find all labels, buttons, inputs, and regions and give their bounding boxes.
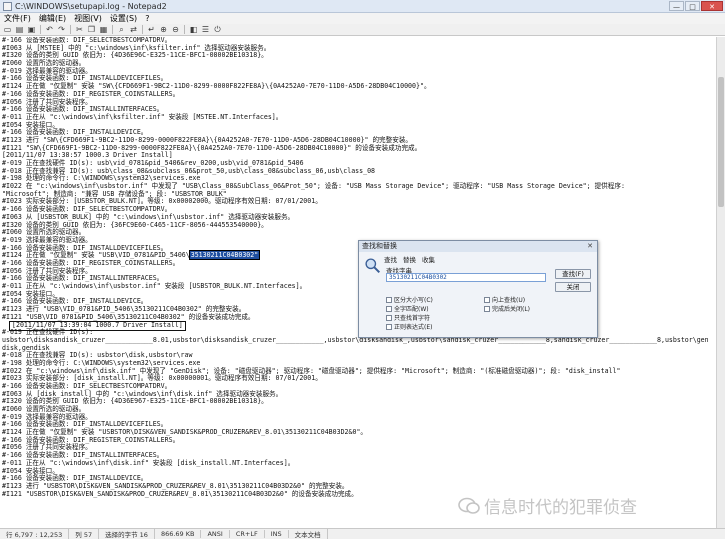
option-regex[interactable]: 正则表达式(E) bbox=[386, 323, 433, 331]
window-controls: — □ ✕ bbox=[669, 1, 723, 11]
scrollbar-thumb[interactable] bbox=[718, 77, 724, 207]
checkbox[interactable] bbox=[386, 305, 392, 312]
save-icon[interactable]: ▣ bbox=[26, 25, 37, 35]
tab-replace[interactable]: 替换 bbox=[403, 254, 416, 264]
maximize-button[interactable]: □ bbox=[685, 1, 700, 11]
option-label: 区分大小写(C) bbox=[394, 297, 433, 304]
zoom-out-icon[interactable]: ⊖ bbox=[170, 25, 181, 35]
wechat-logo-icon bbox=[458, 497, 480, 514]
option-first-char[interactable]: 只查找首字符 bbox=[386, 314, 433, 322]
menu-view[interactable]: 视图(V) bbox=[70, 13, 106, 24]
log-line: #-166 设备安装函数: DIF_REGISTER_COINSTALLERS。 bbox=[2, 435, 180, 444]
log-line: #I320 设备的类别 GUID 依旧为: {4D36E96C-E325-11C… bbox=[2, 51, 268, 60]
menu-bar: 文件(F) 编辑(E) 视图(V) 设置(S) ? bbox=[0, 13, 725, 24]
search-input[interactable]: 35130211C04B0302 bbox=[386, 273, 546, 282]
status-doc-type: 文本文档 bbox=[289, 529, 328, 539]
log-line: #I060 设置所选的驱动器。 bbox=[2, 228, 86, 237]
option-match-case[interactable]: 区分大小写(C) bbox=[386, 296, 433, 304]
new-icon[interactable]: ▭ bbox=[2, 25, 13, 35]
status-encoding: ANSI bbox=[201, 530, 230, 538]
status-file-size: 866.69 KB bbox=[155, 530, 202, 538]
dialog-title-bar: 查找和替换 ✕ bbox=[359, 241, 597, 252]
checkbox[interactable] bbox=[386, 296, 392, 303]
close-button[interactable]: ✕ bbox=[701, 1, 723, 11]
option-label: 只查找首字符 bbox=[394, 315, 431, 322]
undo-icon[interactable]: ↶ bbox=[44, 25, 55, 35]
minimize-button[interactable]: — bbox=[669, 1, 684, 11]
toolbar: ▭ ▤ ▣ ↶ ↷ ✂ ❐ ▦ ⌕ ⇄ ↵ ⊕ ⊖ ◧ ☰ ⏻ bbox=[0, 24, 725, 36]
settings-icon[interactable]: ☰ bbox=[200, 25, 211, 35]
exit-icon[interactable]: ⏻ bbox=[212, 25, 223, 35]
title-bar: C:\WINDOWS\setupapi.log - Notepad2 — □ ✕ bbox=[0, 0, 725, 13]
status-position: 行 6,797 : 12,253 bbox=[0, 529, 70, 539]
magnifier-icon bbox=[365, 258, 381, 274]
checkbox[interactable] bbox=[386, 323, 392, 330]
wordwrap-icon[interactable]: ↵ bbox=[146, 25, 157, 35]
menu-edit[interactable]: 编辑(E) bbox=[35, 13, 70, 24]
paste-icon[interactable]: ▦ bbox=[98, 25, 109, 35]
watermark-text: 信息时代的犯罪侦查 bbox=[484, 498, 637, 518]
find-replace-dialog: 查找和替换 ✕ 查找 替换 收集 查找字串 35130211C04B0302 查… bbox=[358, 240, 598, 338]
find-button[interactable]: 查找(F) bbox=[555, 269, 591, 279]
status-selection: 选择的字节 16 bbox=[99, 529, 155, 539]
option-search-up[interactable]: 向上查找(U) bbox=[484, 296, 530, 304]
menu-settings[interactable]: 设置(S) bbox=[106, 13, 141, 24]
log-line: #-166 设备安装函数: DIF_REGISTER_COINSTALLERS。 bbox=[2, 89, 180, 98]
watermark: 信息时代的犯罪侦查 bbox=[458, 493, 637, 518]
toolbar-separator bbox=[70, 25, 71, 34]
toolbar-separator bbox=[184, 25, 185, 34]
window-title: C:\WINDOWS\setupapi.log - Notepad2 bbox=[15, 1, 167, 11]
option-close-after[interactable]: 完成后关闭(L) bbox=[484, 305, 531, 313]
status-bar: 行 6,797 : 12,253 列 57 选择的字节 16 866.69 KB… bbox=[0, 528, 725, 539]
menu-help[interactable]: ? bbox=[141, 14, 153, 23]
dialog-close-icon[interactable]: ✕ bbox=[583, 241, 597, 252]
option-label: 正则表达式(E) bbox=[394, 324, 433, 331]
checkbox[interactable] bbox=[386, 314, 392, 321]
dialog-tabs: 查找 替换 收集 bbox=[384, 254, 435, 264]
replace-icon[interactable]: ⇄ bbox=[128, 25, 139, 35]
status-insert-mode: INS bbox=[265, 530, 289, 538]
log-line: #-011 正在从 "c:\windows\inf\disk.inf" 安装段 … bbox=[2, 458, 295, 467]
log-line: #I320 设备的类别 GUID 依旧为: {4D36E967-E325-11C… bbox=[2, 397, 268, 406]
checkbox[interactable] bbox=[484, 305, 490, 312]
toolbar-separator bbox=[112, 25, 113, 34]
search-options-left: 区分大小写(C) 全字匹配(W) 只查找首字符 正则表达式(E) bbox=[386, 296, 433, 331]
log-line: #I320 设备的类别 GUID 依旧为: {36FC9E60-C465-11C… bbox=[2, 220, 268, 229]
find-icon[interactable]: ⌕ bbox=[116, 25, 127, 35]
search-options-right: 向上查找(U) 完成后关闭(L) bbox=[484, 296, 531, 313]
zoom-in-icon[interactable]: ⊕ bbox=[158, 25, 169, 35]
close-dialog-button[interactable]: 关闭 bbox=[555, 282, 591, 292]
toolbar-separator bbox=[40, 25, 41, 34]
log-line: #I060 设置所选的驱动器。 bbox=[2, 59, 86, 68]
menu-file[interactable]: 文件(F) bbox=[0, 13, 35, 24]
cut-icon[interactable]: ✂ bbox=[74, 25, 85, 35]
option-whole-word[interactable]: 全字匹配(W) bbox=[386, 305, 433, 313]
log-line: #-011 正在从 "c:\windows\inf\ksfilter.inf" … bbox=[2, 112, 283, 121]
status-line-endings: CR+LF bbox=[230, 530, 265, 538]
checkbox[interactable] bbox=[484, 296, 490, 303]
search-match-highlight[interactable]: 35130211C04B0302" bbox=[188, 250, 261, 261]
dialog-title: 查找和替换 bbox=[362, 242, 397, 250]
scheme-icon[interactable]: ◧ bbox=[188, 25, 199, 35]
option-label: 完成后关闭(L) bbox=[492, 306, 531, 313]
notepad-app-icon bbox=[3, 1, 12, 11]
toolbar-separator bbox=[142, 25, 143, 34]
log-line: #I060 设置所选的驱动器。 bbox=[2, 405, 86, 413]
vertical-scrollbar[interactable] bbox=[716, 37, 725, 528]
copy-icon[interactable]: ❐ bbox=[86, 25, 97, 35]
status-column: 列 57 bbox=[69, 529, 100, 539]
tab-collect[interactable]: 收集 bbox=[422, 254, 435, 264]
open-icon[interactable]: ▤ bbox=[14, 25, 25, 35]
tab-find[interactable]: 查找 bbox=[384, 254, 397, 264]
option-label: 全字匹配(W) bbox=[394, 306, 429, 313]
redo-icon[interactable]: ↷ bbox=[56, 25, 67, 35]
option-label: 向上查找(U) bbox=[492, 297, 526, 304]
